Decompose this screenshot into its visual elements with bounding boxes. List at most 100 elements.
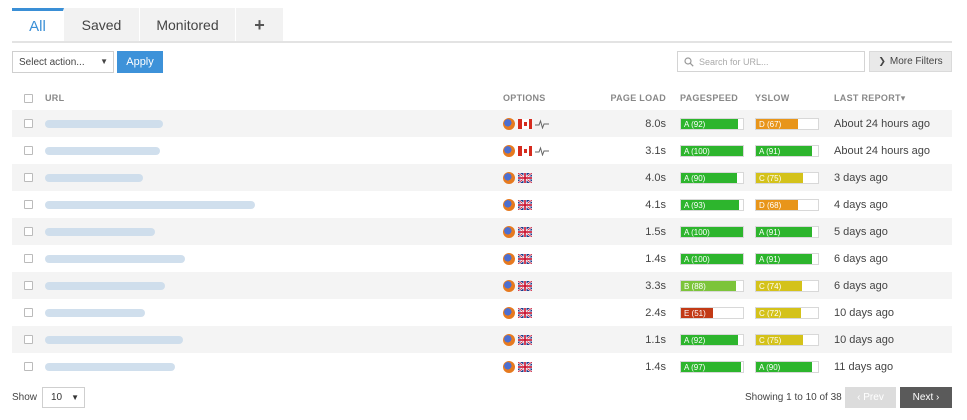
last-report-value: 11 days ago bbox=[834, 360, 894, 373]
pagespeed-grade-bar[interactable]: B (88) bbox=[680, 279, 744, 292]
pagespeed-grade-label: B (88) bbox=[684, 281, 706, 291]
table-header: URL OPTIONS PAGE LOAD PAGESPEED YSLOW LA… bbox=[12, 86, 952, 110]
more-filters-button[interactable]: ❯ More Filters bbox=[869, 51, 952, 72]
row-checkbox[interactable] bbox=[24, 281, 33, 290]
bulk-action-select[interactable]: Select action... ▼ bbox=[12, 51, 114, 73]
url-link[interactable] bbox=[45, 254, 185, 263]
tab-monitored[interactable]: Monitored bbox=[140, 8, 236, 42]
table-row[interactable]: 1.4s A (97) A (90) 11 days ago bbox=[12, 353, 952, 380]
firefox-icon bbox=[503, 198, 515, 211]
url-search-input[interactable]: Search for URL... bbox=[677, 51, 865, 72]
yslow-grade-bar[interactable]: C (75) bbox=[755, 333, 819, 346]
select-all-checkbox[interactable] bbox=[24, 93, 33, 103]
table-row[interactable]: 1.1s A (92) C (75) 10 days ago bbox=[12, 326, 952, 353]
yslow-grade-bar[interactable]: D (68) bbox=[755, 198, 819, 211]
reports-table: URL OPTIONS PAGE LOAD PAGESPEED YSLOW LA… bbox=[12, 86, 952, 380]
row-checkbox[interactable] bbox=[24, 227, 33, 236]
yslow-grade-label: C (75) bbox=[759, 173, 782, 183]
column-header-yslow[interactable]: YSLOW bbox=[751, 93, 834, 103]
table-row[interactable]: 1.4s A (100) A (91) 6 days ago bbox=[12, 245, 952, 272]
pagespeed-grade-bar[interactable]: A (90) bbox=[680, 171, 744, 184]
table-row[interactable]: 1.5s A (100) A (91) 5 days ago bbox=[12, 218, 952, 245]
yslow-grade-bar[interactable]: C (74) bbox=[755, 279, 819, 292]
more-filters-label: More Filters bbox=[889, 56, 943, 67]
page-load-value: 8.0s bbox=[645, 117, 666, 130]
row-checkbox[interactable] bbox=[24, 119, 33, 128]
table-row[interactable]: 3.3s B (88) C (74) 6 days ago bbox=[12, 272, 952, 299]
yslow-grade-bar[interactable]: A (91) bbox=[755, 225, 819, 238]
pagespeed-grade-bar[interactable]: E (51) bbox=[680, 306, 744, 319]
row-checkbox[interactable] bbox=[24, 254, 33, 263]
column-header-page-load[interactable]: PAGE LOAD bbox=[583, 93, 668, 103]
yslow-grade-label: D (68) bbox=[759, 200, 782, 210]
pagespeed-grade-bar[interactable]: A (93) bbox=[680, 198, 744, 211]
tab-all[interactable]: All bbox=[12, 8, 64, 42]
url-link[interactable] bbox=[45, 227, 155, 236]
firefox-icon bbox=[503, 144, 515, 157]
table-row[interactable]: 4.1s A (93) D (68) 4 days ago bbox=[12, 191, 952, 218]
tab-add[interactable]: + bbox=[236, 8, 284, 42]
row-checkbox[interactable] bbox=[24, 308, 33, 317]
url-link[interactable] bbox=[45, 200, 255, 209]
next-page-button[interactable]: Next › bbox=[900, 387, 952, 408]
firefox-icon bbox=[503, 225, 515, 238]
column-header-last-report[interactable]: LAST REPORT▾ bbox=[834, 93, 944, 104]
last-report-value: 3 days ago bbox=[834, 171, 888, 184]
pagespeed-grade-bar[interactable]: A (100) bbox=[680, 252, 744, 265]
uk-flag-icon bbox=[518, 334, 532, 345]
firefox-icon bbox=[503, 171, 515, 184]
pagespeed-grade-bar[interactable]: A (100) bbox=[680, 144, 744, 157]
uk-flag-icon bbox=[518, 226, 532, 237]
yslow-grade-bar[interactable]: D (67) bbox=[755, 117, 819, 130]
row-checkbox[interactable] bbox=[24, 362, 33, 371]
firefox-icon bbox=[503, 117, 515, 130]
pagespeed-grade-label: A (92) bbox=[684, 119, 706, 129]
page-load-value: 4.1s bbox=[645, 198, 666, 211]
page-load-value: 2.4s bbox=[645, 306, 666, 319]
url-search-placeholder: Search for URL... bbox=[699, 56, 769, 67]
pagespeed-grade-bar[interactable]: A (97) bbox=[680, 360, 744, 373]
apply-button[interactable]: Apply bbox=[117, 51, 163, 73]
pagespeed-grade-label: A (100) bbox=[684, 146, 710, 156]
pagespeed-grade-bar[interactable]: A (92) bbox=[680, 333, 744, 346]
last-report-value: 10 days ago bbox=[834, 333, 894, 346]
pagespeed-grade-label: A (93) bbox=[684, 200, 706, 210]
yslow-grade-bar[interactable]: C (75) bbox=[755, 171, 819, 184]
tab-saved[interactable]: Saved bbox=[64, 8, 140, 42]
url-link[interactable] bbox=[45, 281, 165, 290]
page-load-value: 1.1s bbox=[645, 333, 666, 346]
firefox-icon bbox=[503, 279, 515, 292]
pagespeed-grade-label: A (97) bbox=[684, 362, 706, 372]
table-row[interactable]: 8.0s A (92) D (67) About 24 hours ago bbox=[12, 110, 952, 137]
pagespeed-grade-bar[interactable]: A (100) bbox=[680, 225, 744, 238]
page-size-select[interactable]: 10 ▼ bbox=[42, 387, 85, 408]
last-report-value: 6 days ago bbox=[834, 279, 888, 292]
row-checkbox[interactable] bbox=[24, 335, 33, 344]
uk-flag-icon bbox=[518, 361, 532, 372]
last-report-value: 10 days ago bbox=[834, 306, 894, 319]
yslow-grade-bar[interactable]: A (91) bbox=[755, 144, 819, 157]
url-link[interactable] bbox=[45, 308, 145, 317]
prev-page-button[interactable]: ‹ Prev bbox=[845, 387, 896, 408]
url-link[interactable] bbox=[45, 335, 183, 344]
pagespeed-grade-label: A (100) bbox=[684, 227, 710, 237]
url-link[interactable] bbox=[45, 173, 143, 182]
yslow-grade-bar[interactable]: C (72) bbox=[755, 306, 819, 319]
url-link[interactable] bbox=[45, 119, 163, 128]
table-row[interactable]: 3.1s A (100) A (91) About 24 hours ago bbox=[12, 137, 952, 164]
yslow-grade-label: A (91) bbox=[759, 227, 781, 237]
pagespeed-grade-bar[interactable]: A (92) bbox=[680, 117, 744, 130]
row-checkbox[interactable] bbox=[24, 200, 33, 209]
table-row[interactable]: 4.0s A (90) C (75) 3 days ago bbox=[12, 164, 952, 191]
table-row[interactable]: 2.4s E (51) C (72) 10 days ago bbox=[12, 299, 952, 326]
row-checkbox[interactable] bbox=[24, 173, 33, 182]
url-link[interactable] bbox=[45, 362, 175, 371]
column-header-pagespeed[interactable]: PAGESPEED bbox=[668, 93, 751, 103]
yslow-grade-bar[interactable]: A (91) bbox=[755, 252, 819, 265]
row-checkbox[interactable] bbox=[24, 146, 33, 155]
url-link[interactable] bbox=[45, 146, 160, 155]
yslow-grade-bar[interactable]: A (90) bbox=[755, 360, 819, 373]
column-header-url[interactable]: URL bbox=[45, 93, 503, 103]
canada-flag-icon bbox=[518, 118, 532, 129]
page-size-value: 10 bbox=[51, 392, 63, 403]
